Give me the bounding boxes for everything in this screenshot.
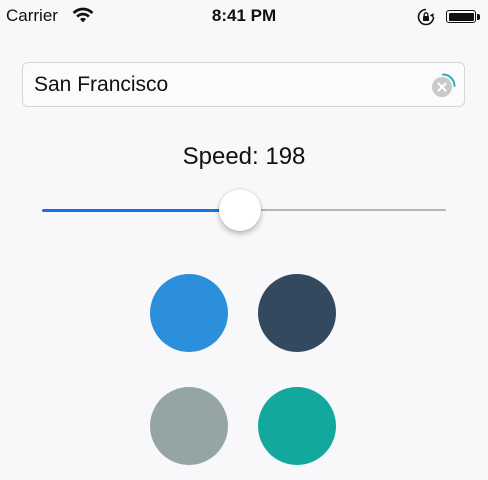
speed-label: Speed: 198 [182,143,306,170]
speed-slider[interactable] [42,189,446,231]
battery-level [448,12,474,21]
status-time: 8:41 PM [211,6,277,25]
slider-min-track [42,208,240,212]
color-swatch-navy[interactable] [258,274,336,352]
orientation-lock-icon [416,7,436,32]
color-swatch-gray[interactable] [150,387,228,465]
battery-icon [446,10,476,23]
color-swatch-teal[interactable] [258,387,336,465]
clear-circle-icon[interactable] [430,73,456,99]
color-swatch-blue[interactable] [150,274,228,352]
slider-max-track [240,209,446,211]
slider-thumb[interactable] [219,189,261,231]
battery-tip [477,14,480,20]
status-bar: Carrier 8:41 PM [0,0,488,34]
search-field[interactable] [22,62,465,107]
search-input[interactable] [34,73,414,97]
